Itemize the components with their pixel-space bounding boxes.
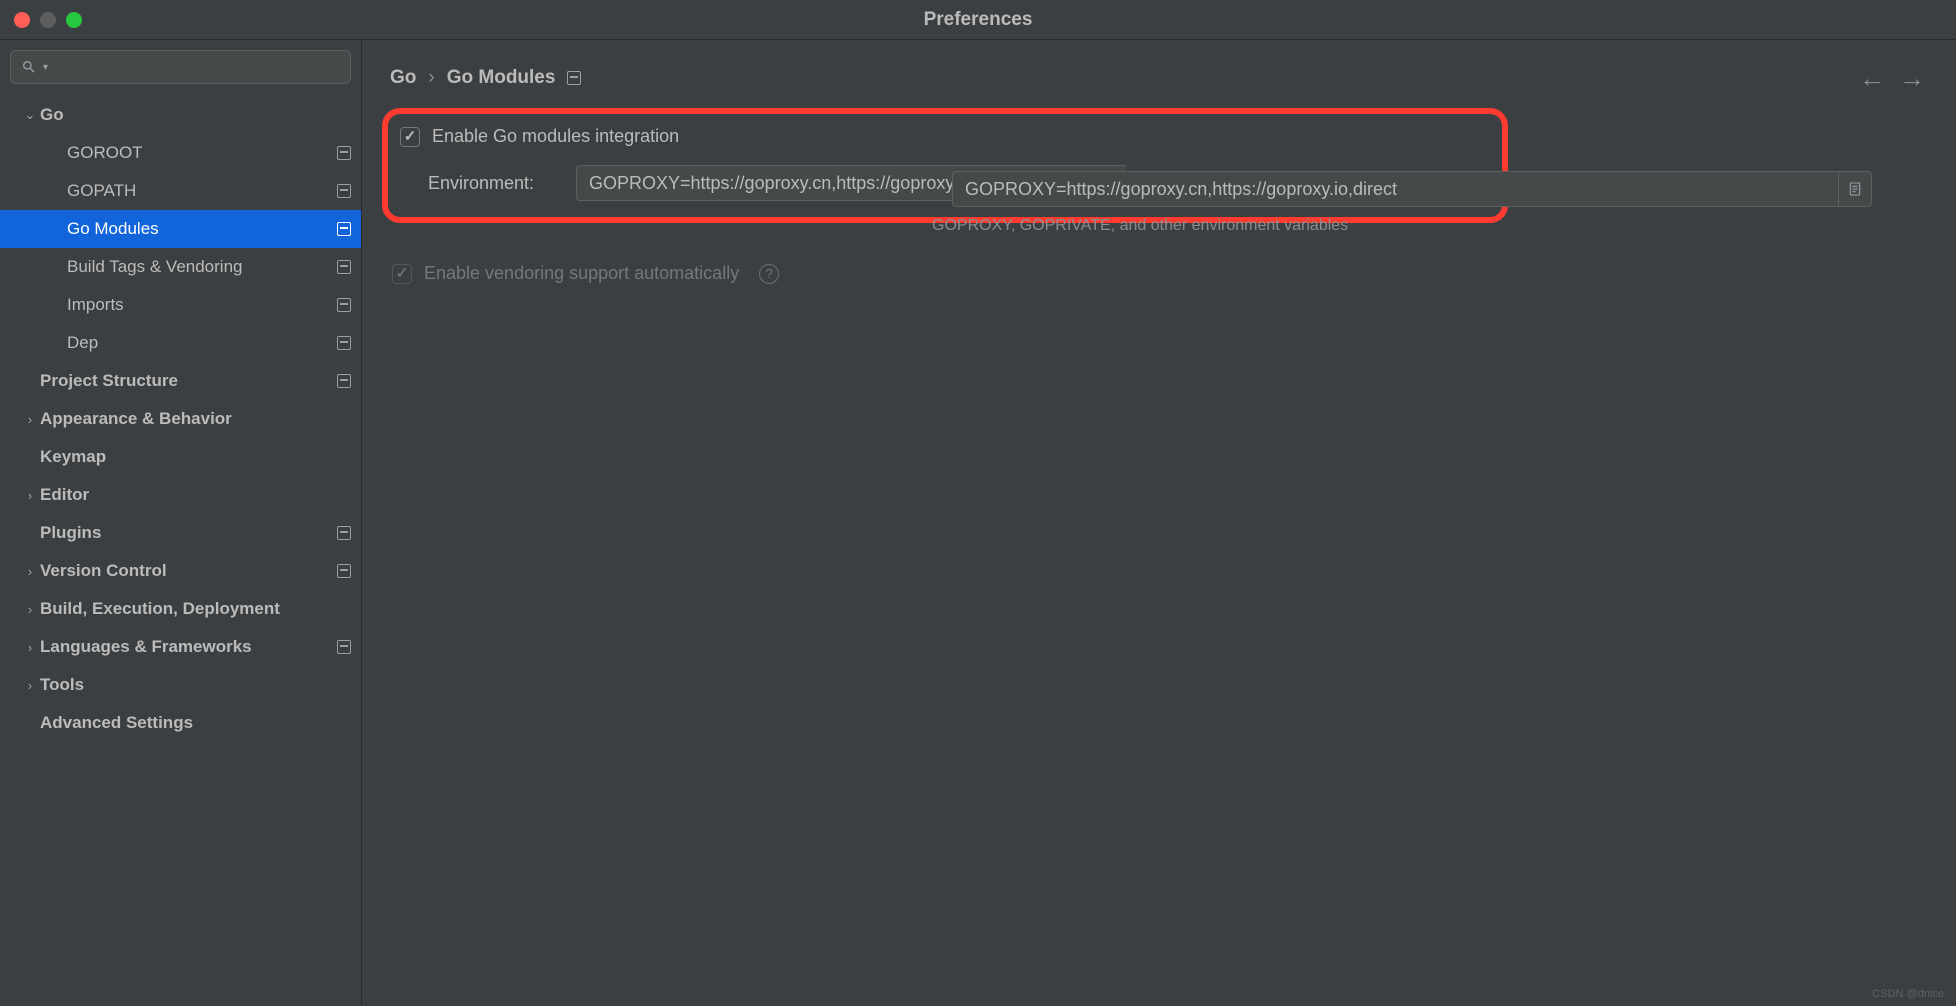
nav-back-button[interactable]: ← xyxy=(1860,66,1884,90)
sidebar-item-dep[interactable]: Dep xyxy=(0,324,361,362)
breadcrumb-separator-icon: › xyxy=(428,67,434,89)
sidebar-item-go[interactable]: ⌄ Go xyxy=(0,96,361,134)
help-icon[interactable]: ? xyxy=(759,264,779,284)
search-input[interactable]: ▾ xyxy=(10,50,351,84)
breadcrumb-root[interactable]: Go xyxy=(390,67,416,89)
sidebar-item-label: Editor xyxy=(40,485,351,505)
sidebar-item-label: Project Structure xyxy=(40,371,331,391)
sidebar-item-keymap[interactable]: Keymap xyxy=(0,438,361,476)
sidebar-item-label: Appearance & Behavior xyxy=(40,409,351,429)
header-nav: ← → xyxy=(1860,66,1928,90)
watermark-text: CSDN @dnice xyxy=(1872,988,1944,1000)
sidebar-item-imports[interactable]: Imports xyxy=(0,286,361,324)
sidebar-item-version-control[interactable]: › Version Control xyxy=(0,552,361,590)
project-scope-icon xyxy=(337,260,351,274)
chevron-right-icon: › xyxy=(28,488,32,503)
sidebar-item-label: GOROOT xyxy=(67,143,331,163)
sidebar-item-gopath[interactable]: GOPATH xyxy=(0,172,361,210)
chevron-right-icon: › xyxy=(28,564,32,579)
enable-go-modules-label: Enable Go modules integration xyxy=(432,126,679,147)
sidebar-item-label: GOPATH xyxy=(67,181,331,201)
preferences-window: Preferences ▾ ⌄ Go GOROOT xyxy=(0,0,1956,1006)
sidebar-item-go-modules[interactable]: Go Modules xyxy=(0,210,361,248)
sidebar-item-label: Plugins xyxy=(40,523,331,543)
chevron-right-icon: › xyxy=(28,602,32,617)
preferences-body: ▾ ⌄ Go GOROOT GOPATH Go Modules xyxy=(0,40,1956,1006)
minimize-window-button[interactable] xyxy=(40,12,56,28)
vendoring-row: Enable vendoring support automatically ? xyxy=(392,263,1956,284)
search-container: ▾ xyxy=(0,40,361,92)
project-scope-icon xyxy=(337,374,351,388)
sidebar-item-plugins[interactable]: Plugins xyxy=(0,514,361,552)
sidebar-item-label: Build Tags & Vendoring xyxy=(67,257,331,277)
project-scope-icon xyxy=(337,298,351,312)
environment-input-full[interactable] xyxy=(952,171,1838,207)
sidebar-item-label: Languages & Frameworks xyxy=(40,637,331,657)
sidebar-item-label: Version Control xyxy=(40,561,331,581)
project-scope-icon xyxy=(337,564,351,578)
project-scope-icon xyxy=(567,71,581,85)
sidebar-item-label: Dep xyxy=(67,333,331,353)
window-controls xyxy=(14,12,82,28)
document-icon xyxy=(1847,181,1863,197)
sidebar-item-label: Tools xyxy=(40,675,351,695)
breadcrumb-leaf: Go Modules xyxy=(447,67,556,89)
sidebar-item-appearance[interactable]: › Appearance & Behavior xyxy=(0,400,361,438)
breadcrumb: Go › Go Modules xyxy=(390,67,581,89)
settings-tree: ⌄ Go GOROOT GOPATH Go Modules Build Tags… xyxy=(0,92,361,1006)
environment-input-extension xyxy=(952,171,1872,207)
enable-vendoring-label: Enable vendoring support automatically xyxy=(424,263,739,284)
chevron-right-icon: › xyxy=(28,640,32,655)
chevron-right-icon: › xyxy=(28,678,32,693)
project-scope-icon xyxy=(337,146,351,160)
chevron-right-icon: › xyxy=(28,412,32,427)
sidebar-item-tools[interactable]: › Tools xyxy=(0,666,361,704)
enable-go-modules-checkbox[interactable] xyxy=(400,127,420,147)
settings-sidebar: ▾ ⌄ Go GOROOT GOPATH Go Modules xyxy=(0,40,362,1006)
sidebar-item-label: Advanced Settings xyxy=(40,713,351,733)
titlebar: Preferences xyxy=(0,0,1956,40)
environment-hint: GOPROXY, GOPRIVATE, and other environmen… xyxy=(932,217,1956,235)
project-scope-icon xyxy=(337,336,351,350)
project-scope-icon xyxy=(337,222,351,236)
maximize-window-button[interactable] xyxy=(66,12,82,28)
settings-content: Go › Go Modules ← → Enable Go modules in… xyxy=(362,40,1956,1006)
sidebar-item-label: Keymap xyxy=(40,447,351,467)
close-window-button[interactable] xyxy=(14,12,30,28)
project-scope-icon xyxy=(337,184,351,198)
sidebar-item-project-structure[interactable]: Project Structure xyxy=(0,362,361,400)
nav-forward-button[interactable]: → xyxy=(1900,66,1924,90)
sidebar-item-advanced-settings[interactable]: Advanced Settings xyxy=(0,704,361,742)
environment-label: Environment: xyxy=(428,173,558,194)
sidebar-item-build-tags[interactable]: Build Tags & Vendoring xyxy=(0,248,361,286)
sidebar-item-build-execution[interactable]: › Build, Execution, Deployment xyxy=(0,590,361,628)
sidebar-item-label: Go xyxy=(40,105,351,125)
search-icon xyxy=(21,59,37,75)
sidebar-item-label: Go Modules xyxy=(67,219,331,239)
sidebar-item-languages-frameworks[interactable]: › Languages & Frameworks xyxy=(0,628,361,666)
environment-browse-button[interactable] xyxy=(1838,171,1872,207)
window-title: Preferences xyxy=(924,9,1033,31)
content-header: Go › Go Modules ← → xyxy=(362,40,1956,108)
search-history-icon[interactable]: ▾ xyxy=(43,62,48,73)
sidebar-item-label: Build, Execution, Deployment xyxy=(40,599,351,619)
sidebar-item-goroot[interactable]: GOROOT xyxy=(0,134,361,172)
sidebar-item-editor[interactable]: › Editor xyxy=(0,476,361,514)
enable-go-modules-row: Enable Go modules integration xyxy=(400,126,1486,147)
chevron-down-icon: ⌄ xyxy=(25,107,36,123)
enable-vendoring-checkbox xyxy=(392,264,412,284)
sidebar-item-label: Imports xyxy=(67,295,331,315)
project-scope-icon xyxy=(337,640,351,654)
project-scope-icon xyxy=(337,526,351,540)
